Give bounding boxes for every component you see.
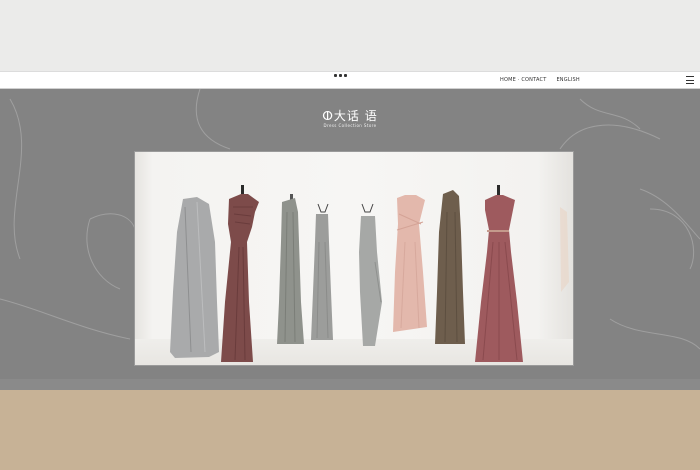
dress-9-partial [560, 207, 569, 292]
dress-4-gray-slip [311, 203, 333, 340]
nav-link-language[interactable]: ENGLISH [556, 77, 579, 83]
nav-link-home[interactable]: HOME · CONTACT [500, 77, 546, 83]
navbar: ATELIER DRESS COLLECTION HOME · CONTACT … [0, 71, 700, 96]
dress-1-gray-drape [170, 197, 219, 358]
dress-illustrations [170, 185, 569, 362]
dress-3-sage [277, 194, 304, 344]
dress-6-blush-wrap [393, 195, 427, 332]
dress-2-maroon [221, 185, 259, 362]
hero-bottom-strip [0, 379, 700, 390]
dress-8-rose [475, 185, 523, 362]
dress-5-light-slip [359, 203, 382, 346]
menu-icon[interactable] [686, 76, 694, 84]
brand-logo: ⵀ大话 语 [322, 109, 378, 123]
hero-banner: ⵀ大话 语 Dress Collection Store [0, 89, 700, 379]
dress-gallery-image [135, 152, 573, 365]
brand-dots-icon [300, 74, 380, 78]
nav-links: HOME · CONTACT ENGLISH [500, 77, 580, 83]
dress-7-taupe [435, 190, 465, 344]
footer-band [0, 390, 700, 470]
brand-tagline: Dress Collection Store [323, 123, 377, 128]
top-empty-band [0, 0, 700, 71]
